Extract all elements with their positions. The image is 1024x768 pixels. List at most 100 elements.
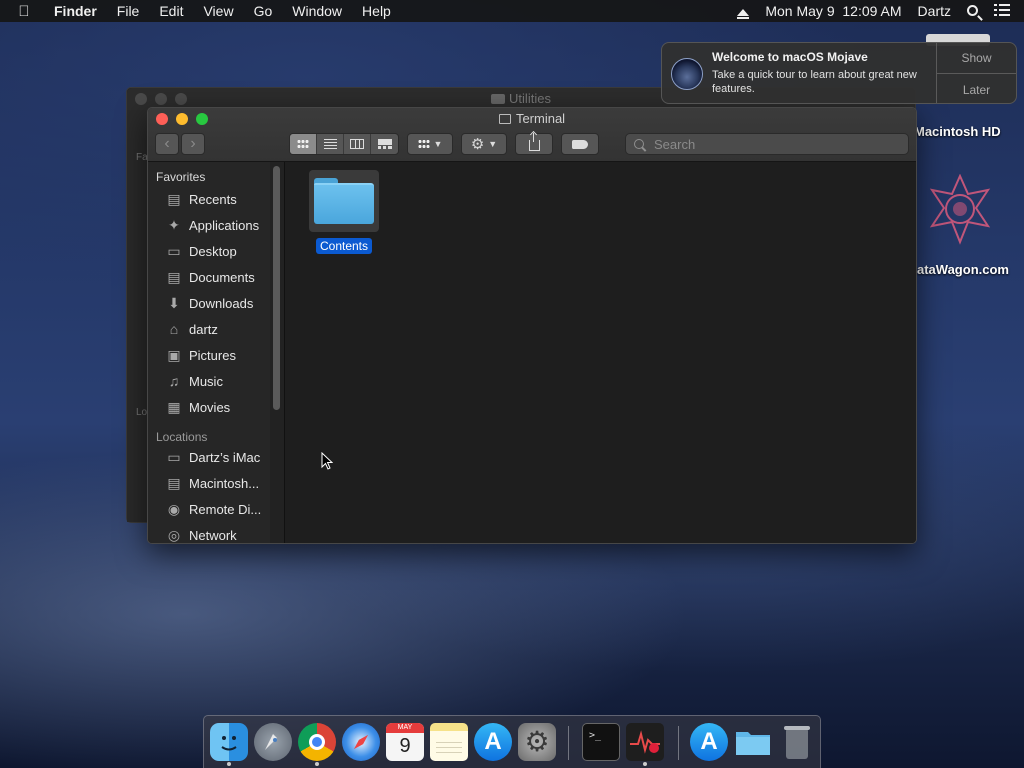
- menu-file[interactable]: File: [107, 3, 150, 19]
- menu-clock[interactable]: Mon May 9 12:09 AM: [757, 3, 909, 19]
- sidebar-scrollbar[interactable]: [273, 166, 280, 410]
- action-menu-button[interactable]: ⚙ ▼: [461, 133, 507, 155]
- forward-button[interactable]: ›: [181, 133, 205, 155]
- menu-user[interactable]: Dartz: [910, 3, 959, 19]
- applications-icon: ✦: [168, 216, 180, 233]
- gear-icon: ⚙: [470, 135, 485, 153]
- disk-icon: ▤: [167, 474, 181, 491]
- dock-calendar-icon[interactable]: MAY 9: [386, 723, 424, 761]
- finder-toolbar: Terminal ‹ › ▼ ⚙ ▼: [148, 108, 916, 162]
- dock-chrome-icon[interactable]: [298, 723, 336, 761]
- dock-activity-monitor-icon[interactable]: [626, 723, 664, 761]
- notification-center-icon[interactable]: [986, 3, 1024, 19]
- sidebar-item-network[interactable]: ◎ Network: [148, 522, 284, 543]
- sidebar-item-movies[interactable]: ▦ Movies: [148, 394, 284, 420]
- list-view-icon: [323, 139, 337, 149]
- notification-show-button[interactable]: Show: [937, 43, 1016, 74]
- group-icon: [417, 139, 430, 149]
- sidebar-item-desktop[interactable]: ▭ Desktop: [148, 238, 284, 264]
- notification-banner[interactable]: Welcome to macOS Mojave Take a quick tou…: [661, 42, 1017, 104]
- sidebar-item-recents[interactable]: ▤ Recents: [148, 186, 284, 212]
- desktop-icon: ▭: [167, 242, 181, 259]
- menu-go[interactable]: Go: [244, 3, 283, 19]
- favorites-header: Favorites: [156, 170, 206, 184]
- utilities-sidebar: Fa Lo: [127, 110, 149, 522]
- sidebar-item-music[interactable]: ♫ Music: [148, 368, 284, 394]
- desktop-wagon-label[interactable]: ataWagon.com: [917, 262, 1009, 277]
- chevron-right-icon: ›: [190, 135, 196, 152]
- column-view-icon: [350, 139, 364, 149]
- dock-launchpad-icon[interactable]: [254, 723, 292, 761]
- datawagon-logo-icon[interactable]: [926, 174, 994, 250]
- menu-window[interactable]: Window: [282, 3, 352, 19]
- list-view-button[interactable]: [317, 134, 344, 154]
- menu-app-finder[interactable]: Finder: [48, 3, 107, 19]
- sidebar-item-applications[interactable]: ✦ Applications: [148, 212, 284, 238]
- chevron-down-icon: ▼: [433, 139, 443, 149]
- sidebar-item-imac[interactable]: ▭ Dartz’s iMac: [148, 444, 284, 470]
- group-by-button[interactable]: ▼: [407, 133, 453, 155]
- sidebar-item-home[interactable]: ⌂ dartz: [148, 316, 284, 342]
- dock-system-preferences-icon[interactable]: ⚙: [518, 723, 556, 761]
- sidebar-item-label: Dartz’s iMac: [189, 449, 261, 465]
- sidebar-item-pictures[interactable]: ▣ Pictures: [148, 342, 284, 368]
- sidebar-item-label: Documents: [189, 269, 255, 285]
- file-browser-content[interactable]: Contents: [285, 162, 916, 543]
- share-icon: [528, 133, 540, 151]
- running-indicator: [315, 762, 319, 766]
- gallery-view-icon: [377, 139, 392, 149]
- documents-icon: ▤: [167, 268, 181, 285]
- sidebar-item-label: Remote Di...: [189, 501, 262, 517]
- view-mode-control: [289, 133, 399, 155]
- notification-later-button[interactable]: Later: [937, 74, 1016, 105]
- terminal-proxy-icon[interactable]: [498, 114, 511, 124]
- sidebar-item-label: Macintosh...: [189, 475, 260, 491]
- search-icon: [634, 139, 644, 149]
- dock-terminal-icon[interactable]: >_: [582, 723, 620, 761]
- dock-notes-icon[interactable]: [430, 723, 468, 761]
- sidebar-item-remote-disc[interactable]: ◉ Remote Di...: [148, 496, 284, 522]
- sidebar-item-documents[interactable]: ▤ Documents: [148, 264, 284, 290]
- desktop-drive-label[interactable]: Macintosh HD: [914, 124, 1001, 139]
- icon-view-icon: [297, 139, 309, 149]
- spotlight-search-icon[interactable]: [959, 3, 986, 19]
- dock-separator: [678, 726, 679, 760]
- menu-view[interactable]: View: [193, 3, 243, 19]
- share-button[interactable]: [515, 133, 553, 155]
- file-item[interactable]: Contents: [309, 170, 379, 255]
- file-item-thumbnail[interactable]: [309, 170, 379, 232]
- sidebar-item-label: Music: [189, 373, 223, 389]
- recents-icon: ▤: [167, 190, 181, 207]
- eject-icon[interactable]: [729, 3, 757, 19]
- tags-button[interactable]: [561, 133, 599, 155]
- dock-safari-icon[interactable]: [342, 723, 380, 761]
- dock-app-store-icon[interactable]: A: [474, 723, 512, 761]
- imac-icon: ▭: [167, 448, 181, 465]
- dock-finder-icon[interactable]: [210, 723, 248, 761]
- search-input[interactable]: [654, 136, 854, 152]
- menu-help[interactable]: Help: [352, 3, 401, 19]
- sidebar-item-downloads[interactable]: ⬇ Downloads: [148, 290, 284, 316]
- menu-edit[interactable]: Edit: [149, 3, 193, 19]
- dock-app-store-downloads-icon[interactable]: A: [690, 723, 728, 761]
- icon-view-button[interactable]: [290, 134, 317, 154]
- dock-trash-icon[interactable]: [778, 723, 816, 761]
- sidebar-item-label: Recents: [189, 191, 237, 207]
- locations-header: Locations: [156, 430, 208, 444]
- search-field[interactable]: [625, 133, 909, 155]
- dock-folder-icon[interactable]: [734, 723, 772, 761]
- pictures-icon: ▣: [167, 346, 181, 363]
- network-icon: ◎: [167, 526, 181, 543]
- chevron-down-icon: ▼: [488, 139, 498, 149]
- column-view-button[interactable]: [344, 134, 371, 154]
- sidebar-item-label: dartz: [189, 321, 218, 337]
- apple-menu-icon[interactable]: : [0, 3, 48, 20]
- chevron-left-icon: ‹: [164, 135, 170, 152]
- window-title: Terminal: [148, 111, 916, 126]
- file-item-name[interactable]: Contents: [315, 238, 373, 254]
- sidebar-item-macintosh-hd[interactable]: ▤ Macintosh...: [148, 470, 284, 496]
- back-button[interactable]: ‹: [155, 133, 179, 155]
- calendar-month: MAY: [386, 723, 424, 733]
- gallery-view-button[interactable]: [371, 134, 398, 154]
- sidebar-item-label: Desktop: [189, 243, 237, 259]
